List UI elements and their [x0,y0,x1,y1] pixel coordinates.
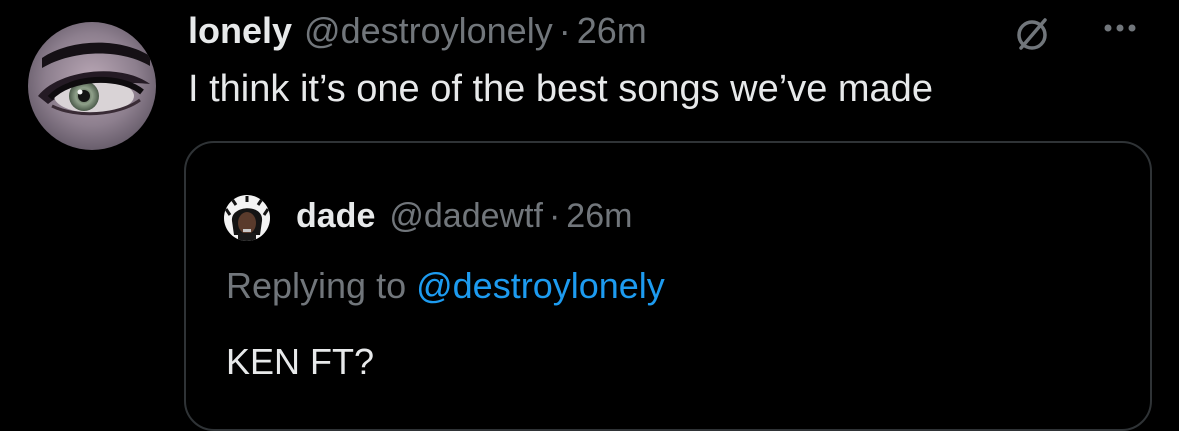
quoted-author-avatar[interactable] [224,195,270,241]
quoted-header-separator: · [548,197,561,235]
grok-slash-circle-icon[interactable] [1012,14,1052,54]
quoted-tweet-header: dade @dadewtf · 26m [296,191,632,241]
replying-to-line: Replying to @destroylonely [226,261,665,311]
tweet-header: lonely @destroylonely · 26m [188,6,647,56]
author-handle[interactable]: @destroylonely [304,6,553,56]
tweet-timestamp[interactable]: 26m [577,6,647,56]
header-separator: · [558,10,571,51]
quoted-tweet-text: KEN FT? [226,341,375,382]
author-display-name[interactable]: lonely [188,6,292,56]
quoted-author-display-name[interactable]: dade [296,191,375,241]
replying-to-label: Replying to [226,265,417,306]
quoted-tweet-timestamp[interactable]: 26m [566,191,632,241]
replying-to-mention-link[interactable]: @destroylonely [416,265,665,306]
author-avatar[interactable] [28,22,156,150]
tweet-text: I think it’s one of the best songs we’ve… [188,68,933,110]
quoted-author-handle[interactable]: @dadewtf [389,191,543,241]
more-dots-icon[interactable] [1090,16,1150,40]
quoted-tweet-card[interactable]: dade @dadewtf · 26m Replying to @destroy… [184,141,1152,431]
